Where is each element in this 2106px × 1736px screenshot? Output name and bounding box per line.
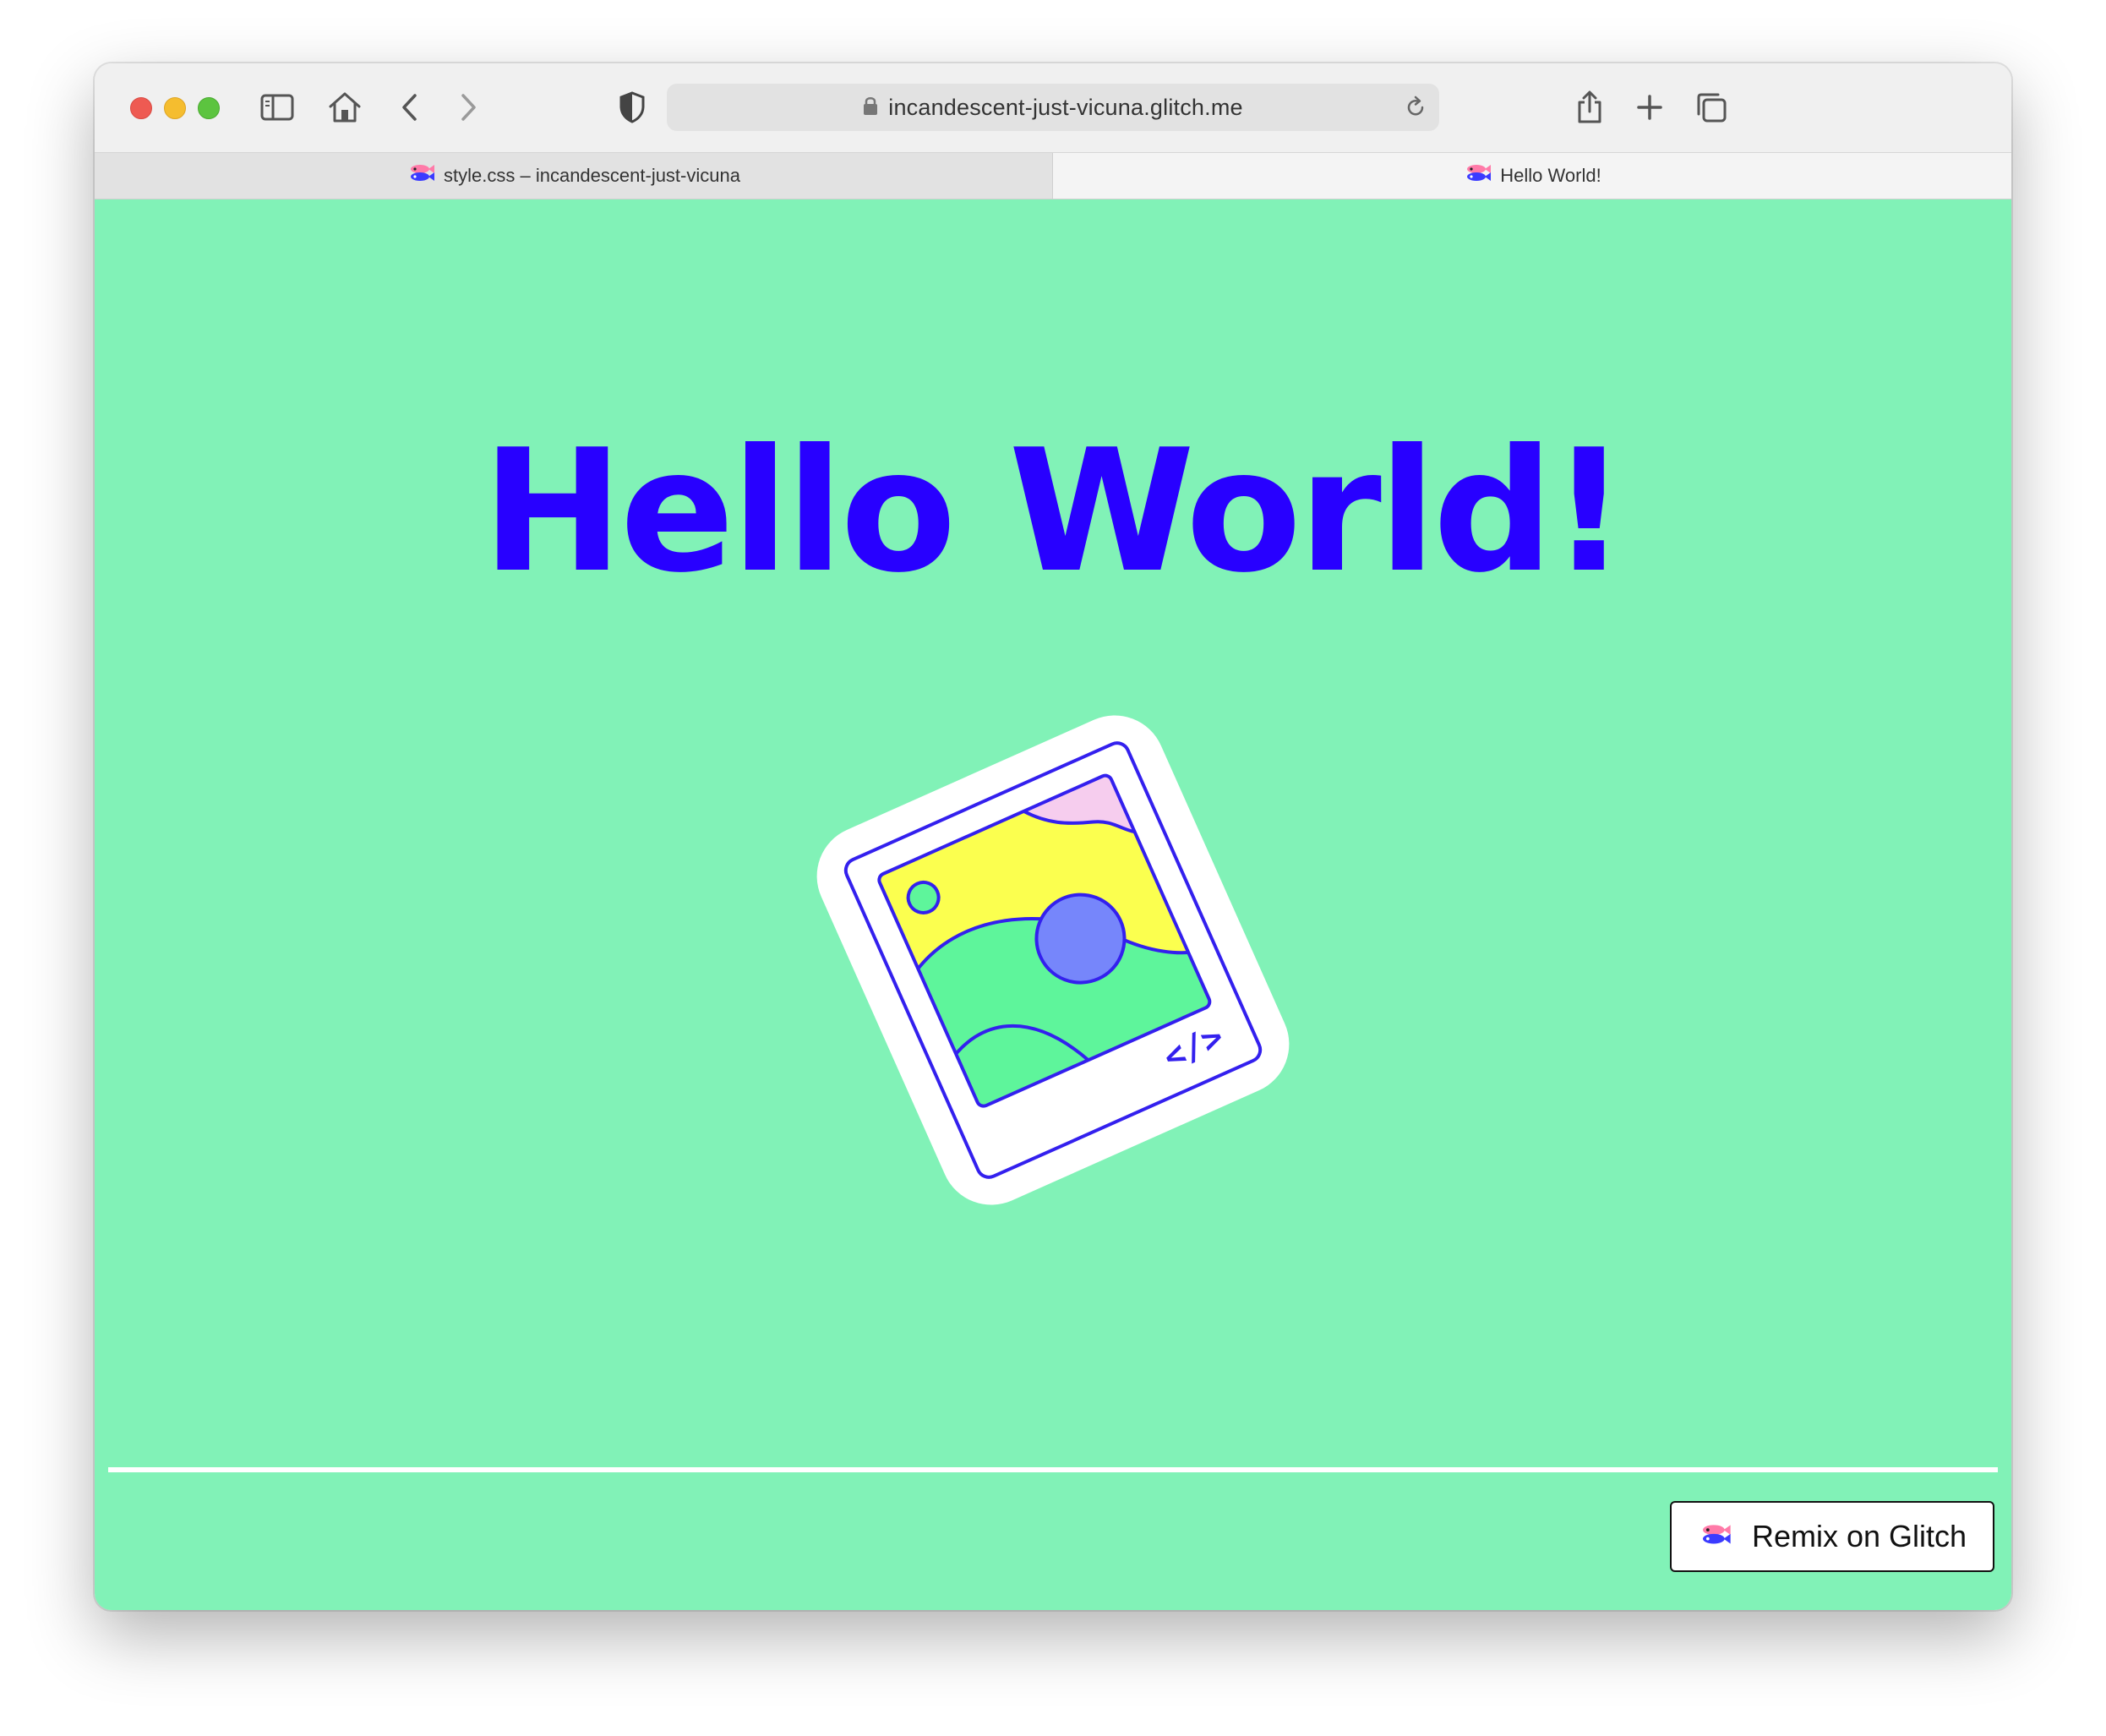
browser-toolbar: incandescent-just-vicuna.glitch.me (95, 63, 2011, 152)
lock-icon (863, 96, 878, 120)
image-illustration: </> (799, 702, 1307, 1218)
new-tab-icon[interactable] (1628, 85, 1672, 129)
page-heading: Hello World! (482, 413, 1628, 610)
url-text: incandescent-just-vicuna.glitch.me (888, 94, 1243, 120)
reload-icon[interactable] (1404, 96, 1427, 123)
address-bar[interactable]: incandescent-just-vicuna.glitch.me (667, 84, 1439, 131)
home-icon[interactable] (323, 85, 367, 129)
glitch-fish-icon (1463, 163, 1492, 188)
zoom-window-button[interactable] (198, 97, 220, 119)
sidebar-icon[interactable] (255, 85, 299, 129)
share-icon[interactable] (1568, 85, 1612, 129)
remix-on-glitch-button[interactable]: Remix on Glitch (1670, 1501, 1994, 1572)
forward-icon[interactable] (446, 85, 490, 129)
tab-overview-icon[interactable] (1689, 85, 1733, 129)
tab-hello-world[interactable]: Hello World! (1053, 153, 2011, 199)
remix-button-label: Remix on Glitch (1751, 1519, 1967, 1553)
tab-label: style.css – incandescent-just-vicuna (444, 165, 740, 186)
back-icon[interactable] (388, 85, 432, 129)
shield-icon[interactable] (610, 85, 654, 129)
minimize-window-button[interactable] (164, 97, 186, 119)
tab-style-css[interactable]: style.css – incandescent-just-vicuna (95, 153, 1053, 199)
browser-window: incandescent-just-vicuna.glitch.me style… (95, 63, 2011, 1610)
close-window-button[interactable] (130, 97, 152, 119)
tab-label: Hello World! (1500, 165, 1601, 186)
glitch-fish-icon (406, 163, 435, 188)
divider (108, 1467, 1998, 1472)
tab-bar: style.css – incandescent-just-vicuna Hel… (95, 152, 2011, 199)
page-content: Hello World! </> Remix on Glitch (95, 199, 2011, 1610)
glitch-fish-icon (1698, 1519, 1732, 1554)
